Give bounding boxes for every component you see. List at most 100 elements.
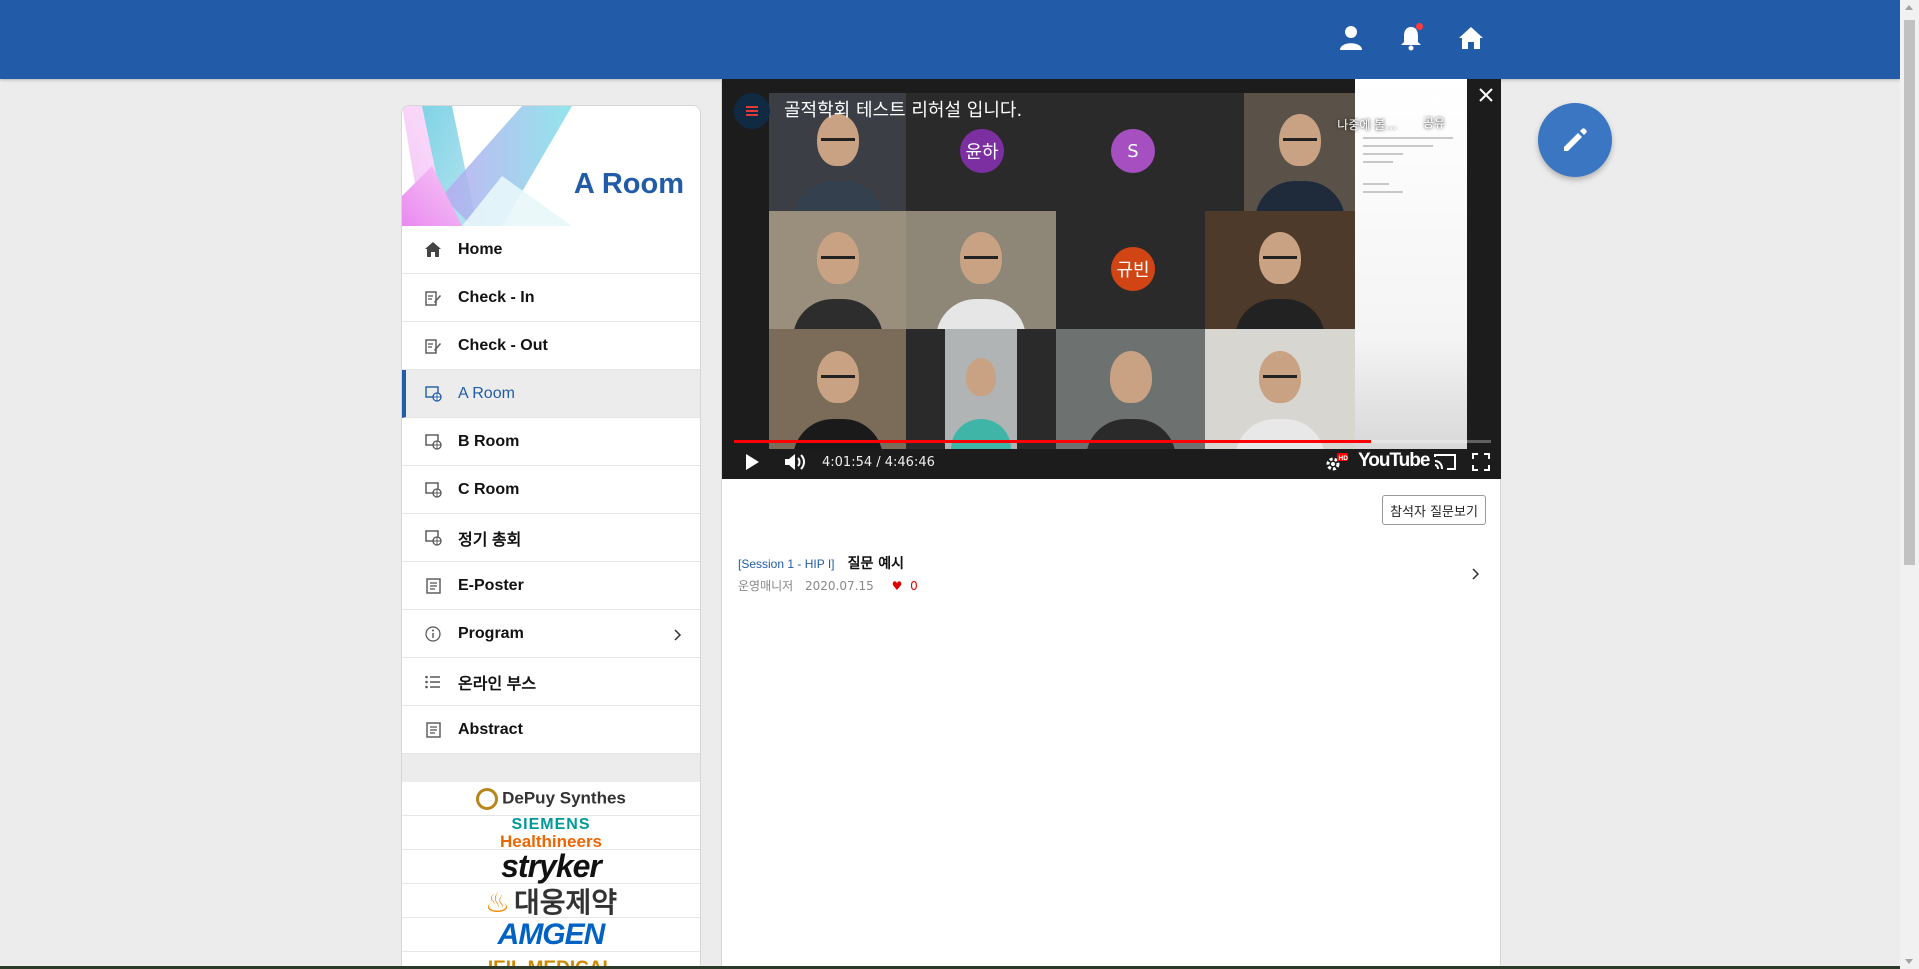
video-participant-grid: 윤하 S 규빈 <box>769 93 1355 449</box>
play-icon[interactable] <box>744 453 760 475</box>
sidebar-item-abstract[interactable]: Abstract <box>402 706 700 754</box>
daewoong-logo: ♨ 대웅제약 <box>484 885 618 919</box>
watch-later-button[interactable]: 나중에 볼... <box>1335 93 1399 133</box>
chevron-right-icon <box>1472 565 1480 584</box>
sidebar-item-label: C Room <box>458 480 520 498</box>
screen-globe-icon <box>424 433 442 451</box>
question-meta: 운영매니저 2020.07.15 ♥ 0 <box>738 577 1486 594</box>
channel-logo[interactable] <box>734 93 770 129</box>
question-author: 운영매니저 <box>738 579 794 593</box>
participant-tile <box>945 329 1017 449</box>
sidebar-item-program[interactable]: Program <box>402 610 700 658</box>
sidebar-item-check-in[interactable]: Check - In <box>402 274 700 322</box>
sidebar-item-label: A Room <box>458 384 515 402</box>
info-icon <box>424 625 442 643</box>
participant-avatar: 윤하 <box>960 129 1004 173</box>
sidebar-item-b-room[interactable]: B Room <box>402 418 700 466</box>
screen-globe-icon <box>424 481 442 499</box>
sidebar: A Room Home Check - In Check - Out A Roo… <box>401 105 701 969</box>
user-icon[interactable] <box>1335 22 1367 54</box>
scroll-up-arrow-icon[interactable] <box>1905 5 1913 10</box>
sidebar-item-a-room[interactable]: A Room <box>402 370 700 418</box>
participant-tile <box>769 329 906 449</box>
sidebar-item-online-booth[interactable]: 온라인 부스 <box>402 658 700 706</box>
pencil-icon <box>1564 128 1587 151</box>
conference-logo-art <box>402 106 572 226</box>
cast-icon[interactable] <box>1434 453 1456 475</box>
sponsor-stryker[interactable]: stryker <box>402 848 700 884</box>
sidebar-item-label: E-Poster <box>458 576 524 594</box>
view-attendee-questions-button[interactable]: 참석자 질문보기 <box>1382 495 1486 525</box>
clock-icon <box>1358 94 1376 112</box>
volume-icon[interactable] <box>784 453 806 475</box>
fullscreen-icon[interactable] <box>1472 453 1490 475</box>
home-icon[interactable] <box>1455 22 1487 54</box>
video-progress-bar[interactable] <box>734 440 1491 443</box>
screen-globe-icon <box>424 529 442 547</box>
room-title: A Room <box>573 168 684 200</box>
sidebar-item-label: Program <box>458 624 524 642</box>
sidebar-menu: Home Check - In Check - Out A Room B Roo… <box>402 226 700 754</box>
sidebar-item-label: 정기 총회 <box>458 531 522 549</box>
sidebar-item-c-room[interactable]: C Room <box>402 466 700 514</box>
sidebar-item-label: Home <box>458 240 503 258</box>
participant-avatar: 규빈 <box>1111 247 1155 291</box>
page-scrollbar[interactable] <box>1900 0 1919 969</box>
sidebar-item-check-out[interactable]: Check - Out <box>402 322 700 370</box>
sidebar-spacer <box>402 754 700 782</box>
sidebar-header: A Room <box>402 106 700 226</box>
video-time-display: 4:01:54 / 4:46:46 <box>822 455 935 470</box>
close-icon[interactable] <box>1479 87 1493 106</box>
document-icon <box>424 577 442 595</box>
sidebar-item-e-poster[interactable]: E-Poster <box>402 562 700 610</box>
stryker-logo: stryker <box>501 848 602 884</box>
hd-badge: HD <box>1339 455 1349 462</box>
amgen-logo: AMGEN <box>497 917 606 951</box>
share-icon <box>1425 94 1443 110</box>
settings-gear-icon[interactable]: HD <box>1324 453 1348 477</box>
question-date: 2020.07.15 <box>805 579 874 593</box>
notification-dot <box>1416 23 1423 30</box>
sidebar-item-label: Check - In <box>458 288 535 306</box>
scroll-down-arrow-icon[interactable] <box>1905 959 1913 964</box>
home-icon <box>424 241 442 259</box>
list-icon <box>424 673 442 691</box>
sidebar-item-label: B Room <box>458 432 520 450</box>
screen-globe-icon <box>424 385 442 403</box>
share-button[interactable]: 공유 <box>1414 93 1454 131</box>
participant-tile <box>769 211 906 329</box>
sponsor-amgen[interactable]: AMGEN <box>402 918 700 952</box>
sidebar-item-label: Abstract <box>458 720 523 738</box>
healthineers-logo-text: Healthineers <box>499 831 603 851</box>
participant-tile <box>906 211 1056 329</box>
video-title[interactable]: 골적학회 테스트 리허설 입니다. <box>784 96 1022 122</box>
top-navbar <box>0 0 1900 79</box>
main-panel: 윤하 S 규빈 골적학회 테스트 리허설 입니다. 나중에 볼... 공유 4:… <box>721 79 1501 969</box>
sponsor-depuy-synthes[interactable]: DePuy Synthes <box>402 782 700 816</box>
question-list-item[interactable]: [Session 1 - HIP I] 질문 예시 운영매니저 2020.07.… <box>738 553 1486 597</box>
participant-tile <box>1205 211 1355 329</box>
heart-icon: ♥ <box>891 579 903 593</box>
edit-note-icon <box>424 289 442 307</box>
write-question-button[interactable] <box>1538 103 1612 177</box>
participant-tile <box>1205 329 1355 449</box>
youtube-logo[interactable]: YouTube <box>1358 450 1430 472</box>
siemens-logo-text: SIEMENS <box>511 815 591 833</box>
video-player[interactable]: 윤하 S 규빈 골적학회 테스트 리허설 입니다. 나중에 볼... 공유 4:… <box>722 79 1501 479</box>
sidebar-item-label: Check - Out <box>458 336 548 354</box>
document-icon <box>424 721 442 739</box>
video-controls: 4:01:54 / 4:46:46 HD YouTube <box>722 445 1501 479</box>
edit-note-icon <box>424 337 442 355</box>
chevron-right-icon <box>674 626 682 645</box>
video-chat-overlay <box>1355 79 1467 449</box>
sponsor-siemens-healthineers[interactable]: SIEMENS Healthineers <box>402 816 700 850</box>
sidebar-item-home[interactable]: Home <box>402 226 700 274</box>
question-like-count: 0 <box>910 579 918 593</box>
question-session-tag: [Session 1 - HIP I] <box>738 557 835 571</box>
scrollbar-thumb[interactable] <box>1904 20 1915 565</box>
depuy-synthes-logo: DePuy Synthes <box>476 787 626 810</box>
bell-icon[interactable] <box>1395 22 1427 54</box>
sponsor-daewoong[interactable]: ♨ 대웅제약 <box>402 884 700 919</box>
participant-avatar: S <box>1111 129 1155 173</box>
sidebar-item-general-meeting[interactable]: 정기 총회 <box>402 514 700 562</box>
